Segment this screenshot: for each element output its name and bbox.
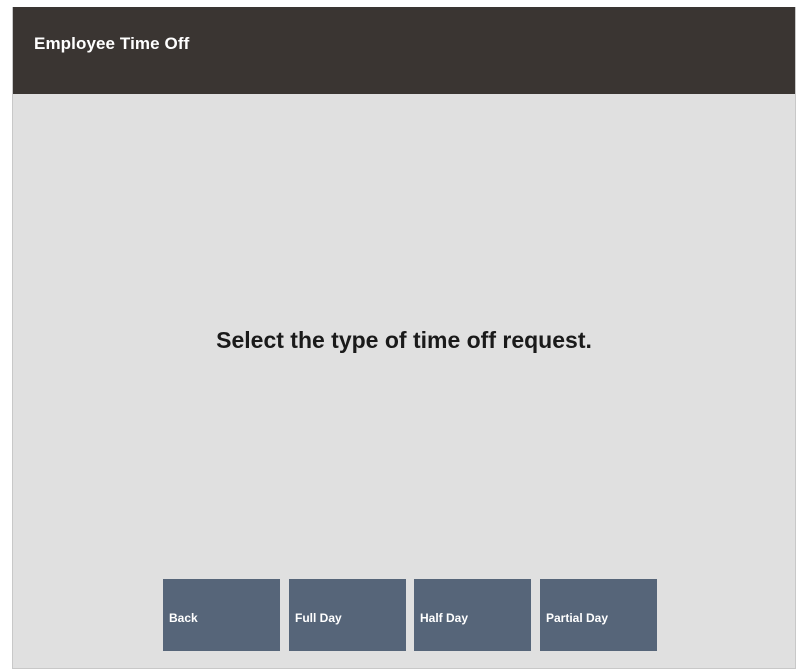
back-button[interactable]: Back — [163, 579, 280, 651]
half-day-button-label: Half Day — [420, 611, 469, 625]
prompt-message: Select the type of time off request. — [216, 327, 592, 353]
page-title: Employee Time Off — [34, 34, 190, 53]
partial-day-button-label: Partial Day — [546, 611, 609, 625]
time-off-window: Employee Time Off Select the type of tim… — [12, 7, 796, 669]
partial-day-button[interactable]: Partial Day — [540, 579, 657, 651]
back-button-label: Back — [169, 611, 198, 625]
header-bar: Employee Time Off — [13, 7, 795, 94]
full-day-button-label: Full Day — [295, 611, 342, 625]
full-day-button[interactable]: Full Day — [289, 579, 406, 651]
half-day-button[interactable]: Half Day — [414, 579, 531, 651]
